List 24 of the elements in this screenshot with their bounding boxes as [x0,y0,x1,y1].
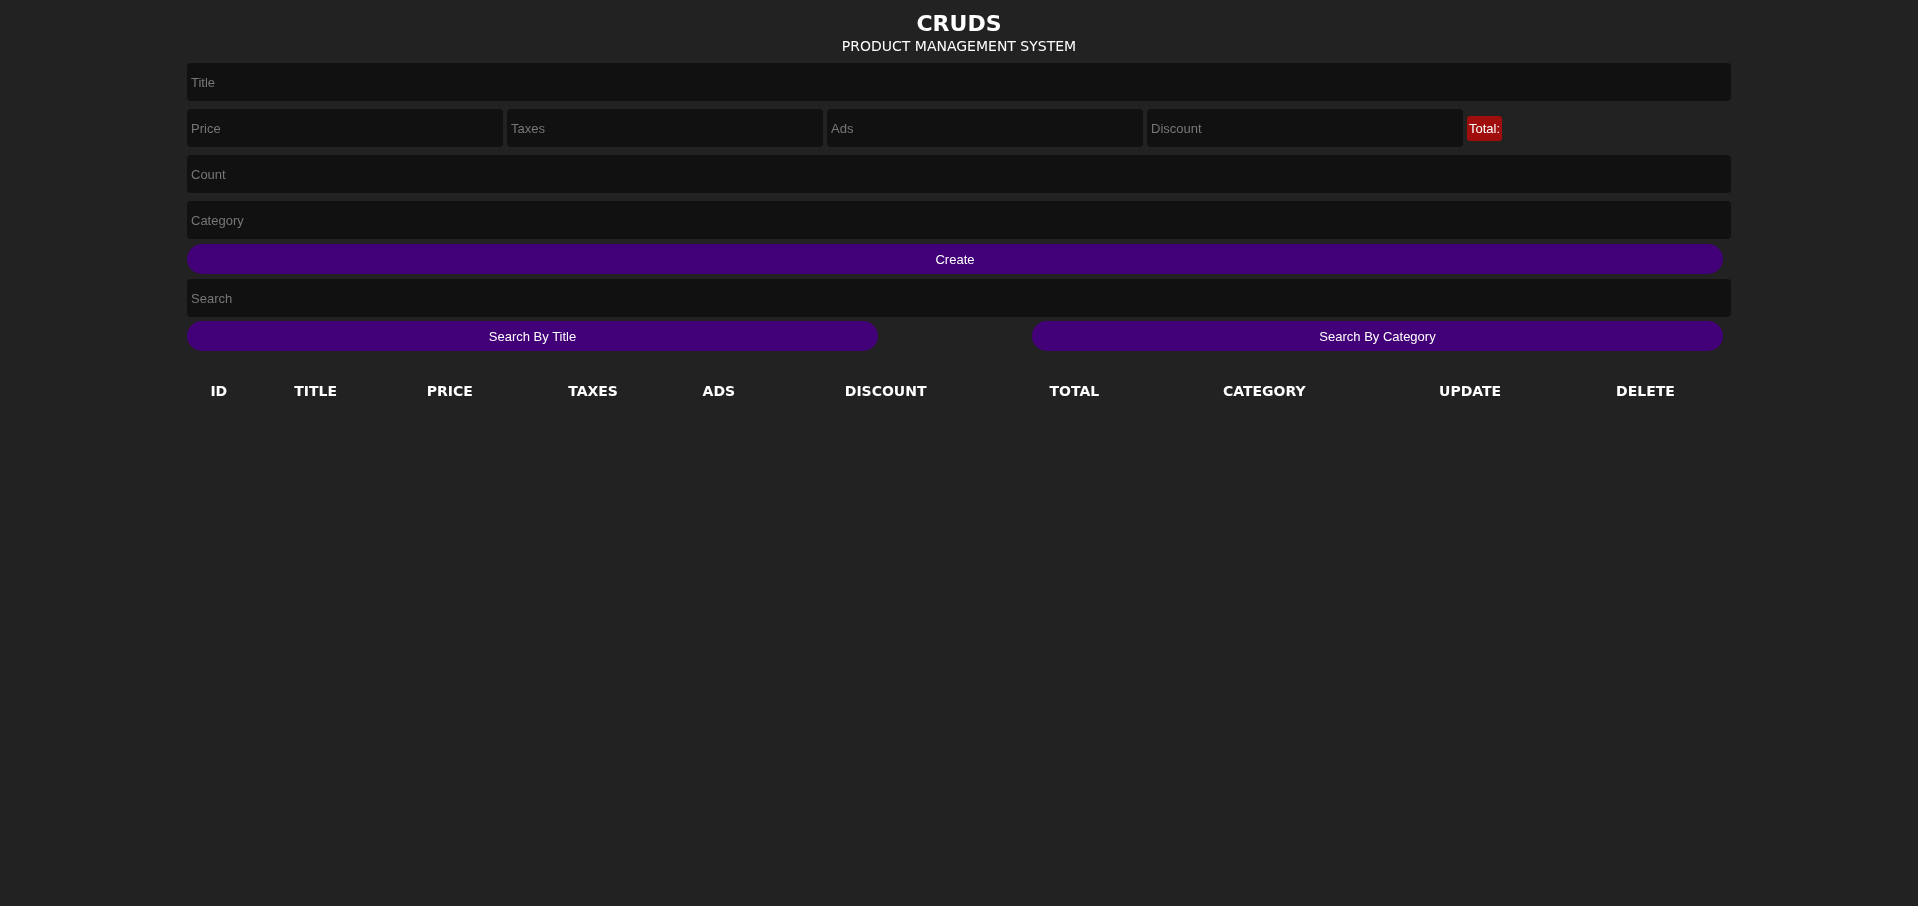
column-header: UPDATE [1438,382,1503,401]
price-input-field[interactable]: Price [187,109,503,147]
search-button[interactable]: Search By Category [1032,321,1723,351]
count-field[interactable]: Count [187,155,1731,193]
category-field[interactable]: Category [187,201,1731,239]
price-input-field[interactable]: Discount [1147,109,1463,147]
app-subtitle: PRODUCT MANAGEMENT SYSTEM [841,37,1077,55]
search-field[interactable]: Search [187,279,1731,317]
column-header: ADS [701,382,737,401]
price-input-field[interactable]: Ads [827,109,1143,147]
total-label: Total: [1467,115,1503,141]
column-header: DISCOUNT [843,382,928,401]
create-button[interactable]: Create [187,244,1723,274]
title-field[interactable]: Title [187,63,1731,101]
column-header: TAXES [567,382,619,401]
column-header: PRICE [425,382,474,401]
column-header: TITLE [293,382,338,401]
app-title: CRUDS [916,11,1002,37]
price-input-field[interactable]: Taxes [507,109,823,147]
column-header: CATEGORY [1221,382,1307,401]
column-header: TOTAL [1048,382,1101,401]
search-button[interactable]: Search By Title [187,321,878,351]
column-header: ID [209,382,229,401]
column-header: DELETE [1615,382,1676,401]
